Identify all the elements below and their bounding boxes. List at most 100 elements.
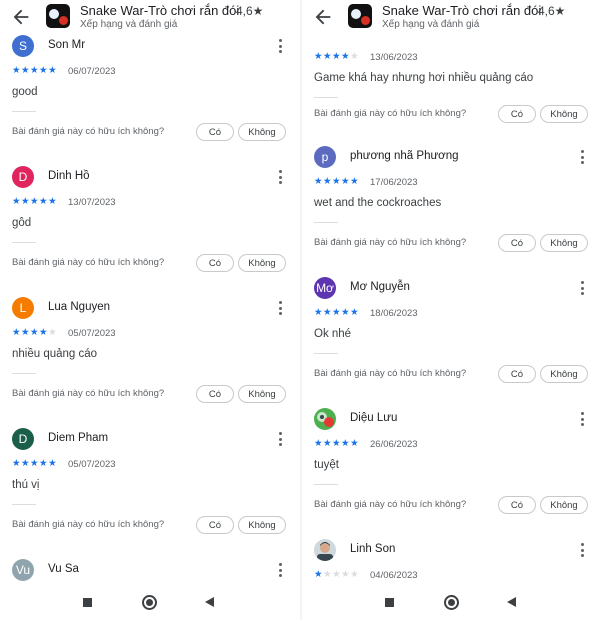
helpful-question: Bài đánh giá này có hữu ích không? <box>314 368 467 379</box>
review-date: 26/06/2023 <box>370 439 418 450</box>
helpful-no-button[interactable]: Không <box>540 234 588 252</box>
system-nav-bar <box>302 585 600 620</box>
review-text: thú vị <box>12 479 40 491</box>
separator <box>314 97 338 98</box>
recents-icon[interactable] <box>385 598 394 607</box>
helpful-no-button[interactable]: Không <box>238 516 286 534</box>
star-rating: ★★★★★ <box>314 569 360 580</box>
back-arrow-icon[interactable] <box>10 6 32 28</box>
separator <box>314 353 338 354</box>
more-options-icon[interactable] <box>274 39 286 53</box>
separator <box>12 373 36 374</box>
more-options-icon[interactable] <box>274 432 286 446</box>
helpful-yes-button[interactable]: Có <box>196 254 234 272</box>
helpful-yes-button[interactable]: Có <box>498 234 536 252</box>
separator <box>314 222 338 223</box>
home-icon[interactable] <box>142 595 157 610</box>
helpful-no-button[interactable]: Không <box>540 365 588 383</box>
more-options-icon[interactable] <box>576 412 588 426</box>
app-rating: 4,6★ <box>538 4 566 18</box>
avatar: D <box>12 166 34 188</box>
review-text: good <box>12 86 38 98</box>
reviewer-name: phương nhã Phương <box>350 150 459 162</box>
reviewer-name: Mơ Nguyễn <box>350 281 410 293</box>
helpful-yes-button[interactable]: Có <box>498 365 536 383</box>
more-options-icon[interactable] <box>576 543 588 557</box>
more-options-icon[interactable] <box>274 563 286 577</box>
avatar: Mơ <box>314 277 336 299</box>
avatar: p <box>314 146 336 168</box>
home-icon[interactable] <box>444 595 459 610</box>
star-rating: ★★★★★ <box>12 458 58 469</box>
app-title: Snake War-Trò chơi rắn đói <box>382 3 542 18</box>
reviewer-name: Son Mr <box>48 39 86 51</box>
review-text: nhiều quảng cáo <box>12 348 98 360</box>
review-text: tuyệt <box>314 459 339 471</box>
avatar <box>314 539 336 561</box>
reviewer-name: Diem Pham <box>48 432 109 444</box>
back-icon[interactable] <box>507 597 516 607</box>
helpful-no-button[interactable]: Không <box>238 123 286 141</box>
helpful-yes-button[interactable]: Có <box>196 385 234 403</box>
helpful-no-button[interactable]: Không <box>540 496 588 514</box>
app-icon <box>348 4 372 28</box>
more-options-icon[interactable] <box>576 150 588 164</box>
separator <box>12 111 36 112</box>
helpful-question: Bài đánh giá này có hữu ích không? <box>314 237 467 248</box>
more-options-icon[interactable] <box>274 301 286 315</box>
review-date: 04/06/2023 <box>370 570 418 581</box>
star-rating: ★★★★★ <box>12 196 58 207</box>
avatar <box>314 408 336 430</box>
star-rating: ★★★★★ <box>314 307 360 318</box>
more-options-icon[interactable] <box>576 281 588 295</box>
star-rating: ★★★★★ <box>314 51 360 62</box>
system-nav-bar <box>0 585 300 620</box>
helpful-no-button[interactable]: Không <box>238 254 286 272</box>
reviewer-name: Diệu Lưu <box>350 412 398 424</box>
review-date: 05/07/2023 <box>68 459 116 470</box>
helpful-no-button[interactable]: Không <box>540 105 588 123</box>
review-date: 17/06/2023 <box>370 177 418 188</box>
helpful-yes-button[interactable]: Có <box>196 123 234 141</box>
star-rating: ★★★★★ <box>314 438 360 449</box>
recents-icon[interactable] <box>83 598 92 607</box>
app-subtitle: Xếp hạng và đánh giá <box>80 19 178 30</box>
separator <box>314 484 338 485</box>
review-date: 18/06/2023 <box>370 308 418 319</box>
app-title: Snake War-Trò chơi rắn đói <box>80 3 240 18</box>
star-rating: ★★★★★ <box>12 65 58 76</box>
helpful-yes-button[interactable]: Có <box>498 105 536 123</box>
reviewer-name: Dinh Hồ <box>48 170 90 182</box>
back-arrow-icon[interactable] <box>312 6 334 28</box>
review-text: gôd <box>12 217 32 229</box>
star-rating: ★★★★★ <box>12 327 58 338</box>
separator <box>12 242 36 243</box>
avatar: Vu <box>12 559 34 581</box>
left-screen: Snake War-Trò chơi rắn đói 4,6★ Xếp hạng… <box>0 0 300 620</box>
helpful-no-button[interactable]: Không <box>238 385 286 403</box>
helpful-question: Bài đánh giá này có hữu ích không? <box>314 499 467 510</box>
right-screen: Snake War-Trò chơi rắn đói 4,6★ Xếp hạng… <box>302 0 600 620</box>
avatar: L <box>12 297 34 319</box>
helpful-question: Bài đánh giá này có hữu ích không? <box>12 388 165 399</box>
helpful-yes-button[interactable]: Có <box>498 496 536 514</box>
app-subtitle: Xếp hạng và đánh giá <box>382 19 480 30</box>
helpful-yes-button[interactable]: Có <box>196 516 234 534</box>
review-text: Game khá hay nhưng hơi nhiều quảng cáo <box>314 72 534 84</box>
app-header: Snake War-Trò chơi rắn đói 4,6★ Xếp hạng… <box>302 0 600 34</box>
helpful-question: Bài đánh giá này có hữu ích không? <box>12 519 165 530</box>
reviewer-name: Vu Sa <box>48 563 79 575</box>
avatar: D <box>12 428 34 450</box>
app-rating: 4,6★ <box>236 4 264 18</box>
more-options-icon[interactable] <box>274 170 286 184</box>
review-date: 06/07/2023 <box>68 66 116 77</box>
separator <box>12 504 36 505</box>
review-text: Ok nhé <box>314 328 352 340</box>
avatar: S <box>12 35 34 57</box>
app-icon <box>46 4 70 28</box>
back-icon[interactable] <box>205 597 214 607</box>
star-rating: ★★★★★ <box>314 176 360 187</box>
reviewer-name: Linh Son <box>350 543 396 555</box>
review-date: 05/07/2023 <box>68 328 116 339</box>
app-header: Snake War-Trò chơi rắn đói 4,6★ Xếp hạng… <box>0 0 300 34</box>
